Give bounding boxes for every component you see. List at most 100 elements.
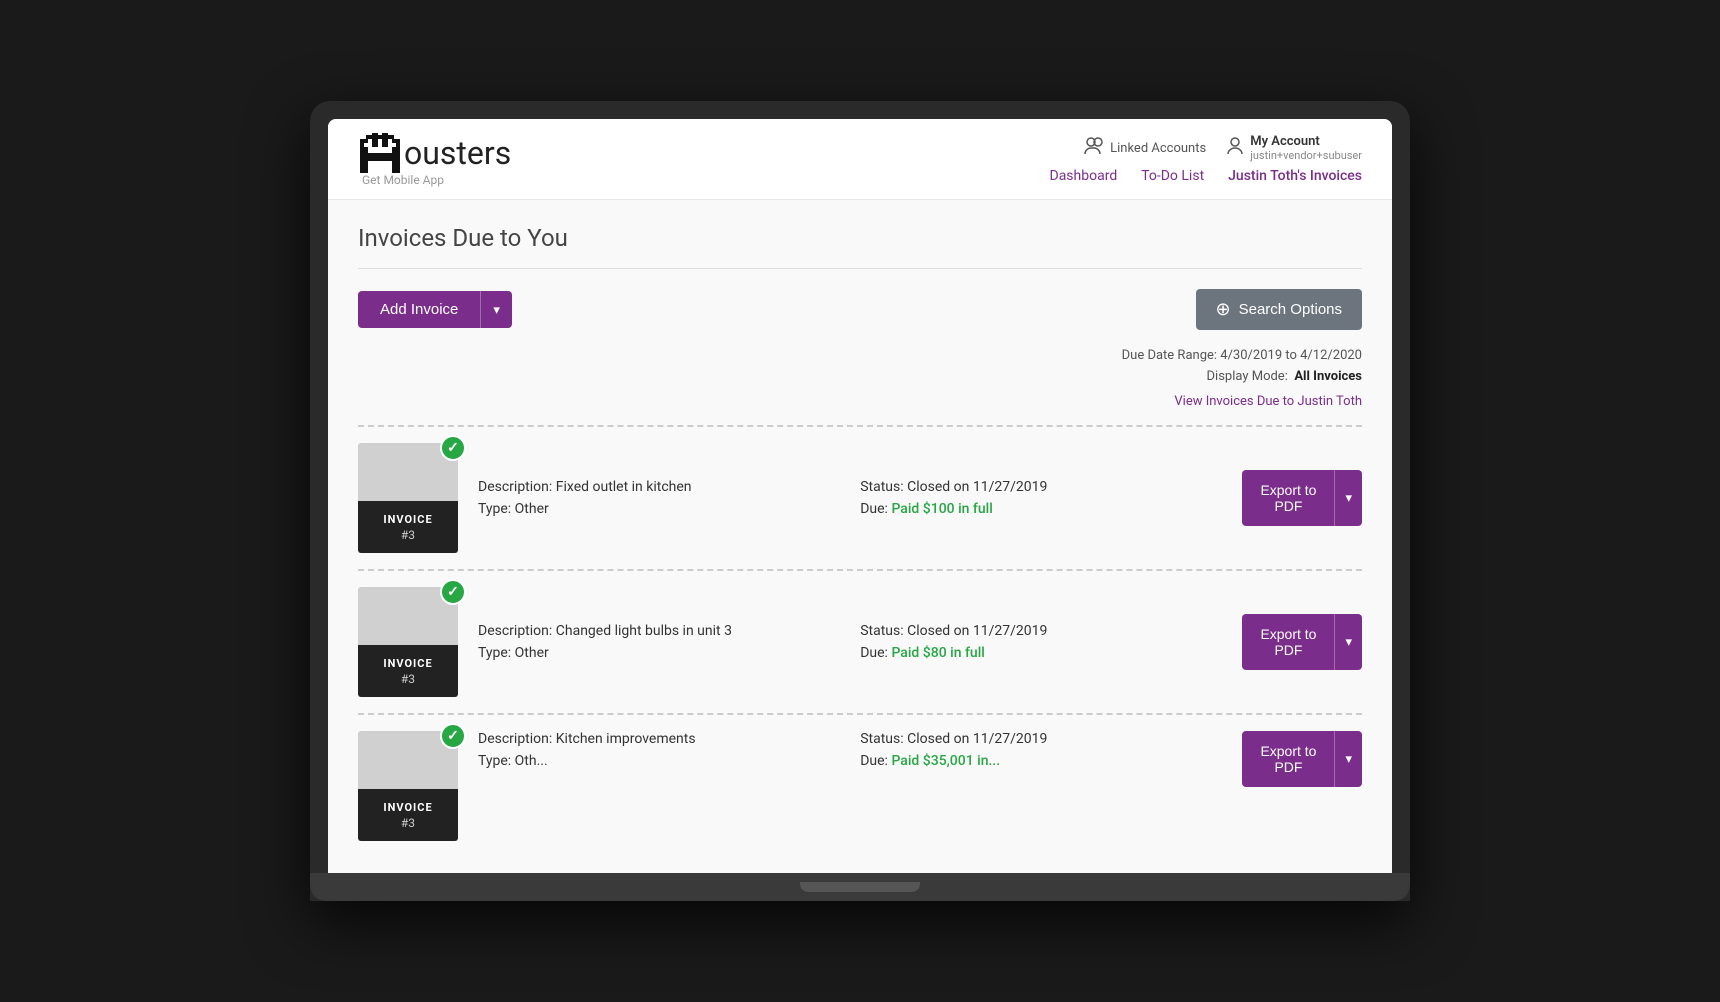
export-dropdown-button[interactable]: ▾ [1334, 470, 1362, 526]
desc-value: Fixed outlet in kitchen [556, 479, 692, 495]
export-group: Export toPDF ▾ [1242, 470, 1362, 526]
export-pdf-button[interactable]: Export toPDF [1242, 470, 1334, 526]
invoice-thumbnail: ✓ INVOICE #3 [358, 443, 458, 553]
nav-invoices[interactable]: Justin Toth's Invoices [1228, 168, 1362, 184]
check-badge: ✓ [440, 723, 466, 749]
status-value: Closed on 11/27/2019 [907, 623, 1047, 639]
invoice-type: Type: Other [478, 645, 840, 661]
invoice-label-text: INVOICE [383, 657, 432, 670]
get-mobile-link[interactable]: Get Mobile App [358, 173, 511, 187]
invoice-due: Due: Paid $35,001 in... [860, 753, 1222, 769]
main-content: Invoices Due to You Add Invoice ▾ ⊕ Sear… [328, 200, 1392, 873]
invoice-details: Description: Fixed outlet in kitchen Typ… [478, 479, 840, 517]
export-pdf-button[interactable]: Export toPDF [1242, 731, 1334, 787]
export-group: Export toPDF ▾ [1242, 614, 1362, 670]
due-label: Due: [860, 501, 888, 517]
title-divider [358, 268, 1362, 269]
desc-label: Description: [478, 731, 552, 747]
status-label: Status: [860, 479, 903, 495]
due-label: Due: [860, 753, 888, 769]
invoice-status-area: Status: Closed on 11/27/2019 Due: Paid $… [860, 731, 1222, 769]
status-value: Closed on 11/27/2019 [907, 731, 1047, 747]
view-invoices-link[interactable]: View Invoices Due to Justin Toth [1174, 394, 1362, 409]
type-label: Type: [478, 645, 511, 661]
laptop-screen: ousters Get Mobile App Linked [328, 119, 1392, 873]
laptop-base [310, 873, 1410, 901]
my-account-area: My Account justin+vendor+subuser [1226, 134, 1362, 162]
invoice-status: Status: Closed on 11/27/2019 [860, 731, 1222, 747]
invoice-due: Due: Paid $100 in full [860, 501, 1222, 517]
invoice-number: #3 [401, 816, 415, 830]
invoice-type: Type: Oth... [478, 753, 840, 769]
logo-text: ousters [404, 134, 511, 172]
my-account-person-icon [1226, 137, 1244, 159]
type-value: Other [515, 501, 549, 517]
display-mode-prefix: Display Mode: [1207, 369, 1288, 384]
invoice-type: Type: Other [478, 501, 840, 517]
desc-label: Description: [478, 479, 552, 495]
invoice-due: Due: Paid $80 in full [860, 645, 1222, 661]
laptop-frame: ousters Get Mobile App Linked [310, 101, 1410, 901]
invoice-list: ✓ INVOICE #3 Description: Fixed outlet i… [358, 425, 1362, 849]
header-top-links: Linked Accounts My Account justin+vendor… [1084, 134, 1362, 162]
type-value-partial: Oth... [515, 753, 548, 769]
search-options-label: Search Options [1239, 301, 1342, 318]
linked-accounts-icon [1084, 137, 1104, 159]
desc-label: Description: [478, 623, 552, 639]
toolbar: Add Invoice ▾ ⊕ Search Options [358, 289, 1362, 330]
filter-info: Due Date Range: 4/30/2019 to 4/12/2020 D… [358, 348, 1362, 409]
invoice-description: Description: Kitchen improvements [478, 731, 840, 747]
nav-dashboard[interactable]: Dashboard [1050, 168, 1118, 184]
my-account-user: justin+vendor+subuser [1250, 149, 1362, 162]
invoice-description: Description: Changed light bulbs in unit… [478, 623, 840, 639]
invoice-status-area: Status: Closed on 11/27/2019 Due: Paid $… [860, 479, 1222, 517]
type-label: Type: [478, 501, 511, 517]
export-dropdown-button[interactable]: ▾ [1334, 614, 1362, 670]
add-invoice-dropdown-button[interactable]: ▾ [480, 291, 512, 328]
nav-links: Dashboard To-Do List Justin Toth's Invoi… [1050, 168, 1363, 184]
export-group: Export toPDF ▾ [1242, 731, 1362, 787]
invoice-description: Description: Fixed outlet in kitchen [478, 479, 840, 495]
display-mode-value: All Invoices [1294, 369, 1362, 384]
status-value: Closed on 11/27/2019 [907, 479, 1047, 495]
invoice-status: Status: Closed on 11/27/2019 [860, 479, 1222, 495]
due-label: Due: [860, 645, 888, 661]
invoice-label-text: INVOICE [383, 801, 432, 814]
my-account-text: My Account justin+vendor+subuser [1250, 134, 1362, 162]
type-label: Type: [478, 753, 511, 769]
invoice-item: ✓ INVOICE #3 Description: Changed light … [358, 571, 1362, 715]
invoice-status: Status: Closed on 11/27/2019 [860, 623, 1222, 639]
invoice-thumbnail: ✓ INVOICE #3 [358, 731, 458, 841]
linked-accounts-button[interactable]: Linked Accounts [1084, 137, 1206, 159]
filter-display-mode: Display Mode: All Invoices [358, 369, 1362, 384]
desc-value: Changed light bulbs in unit 3 [556, 623, 732, 639]
add-invoice-button[interactable]: Add Invoice [358, 291, 480, 328]
invoice-number: #3 [401, 672, 415, 686]
invoice-details: Description: Changed light bulbs in unit… [478, 623, 840, 661]
type-value: Other [515, 645, 549, 661]
header-right: Linked Accounts My Account justin+vendor… [1050, 134, 1363, 184]
logo-icon [358, 131, 402, 175]
app-header: ousters Get Mobile App Linked [328, 119, 1392, 200]
search-options-button[interactable]: ⊕ Search Options [1196, 289, 1362, 330]
invoice-details: Description: Kitchen improvements Type: … [478, 731, 840, 769]
invoice-item: ✓ INVOICE #3 Description: Fixed outlet i… [358, 427, 1362, 571]
logo-title: ousters [358, 131, 511, 175]
due-value-partial: Paid $35,001 in... [891, 753, 1000, 769]
check-badge: ✓ [440, 579, 466, 605]
my-account-label: My Account [1250, 134, 1362, 149]
desc-value: Kitchen improvements [556, 731, 696, 747]
filter-date-range: Due Date Range: 4/30/2019 to 4/12/2020 [358, 348, 1362, 363]
linked-accounts-label: Linked Accounts [1110, 141, 1206, 156]
export-pdf-button[interactable]: Export toPDF [1242, 614, 1334, 670]
check-badge: ✓ [440, 435, 466, 461]
logo-area: ousters Get Mobile App [358, 131, 511, 187]
status-label: Status: [860, 623, 903, 639]
laptop-notch [800, 882, 920, 892]
export-dropdown-button[interactable]: ▾ [1334, 731, 1362, 787]
nav-todo[interactable]: To-Do List [1141, 168, 1204, 184]
invoice-status-area: Status: Closed on 11/27/2019 Due: Paid $… [860, 623, 1222, 661]
search-plus-icon: ⊕ [1216, 299, 1231, 320]
due-value: Paid $100 in full [891, 501, 992, 517]
page-title: Invoices Due to You [358, 224, 1362, 252]
